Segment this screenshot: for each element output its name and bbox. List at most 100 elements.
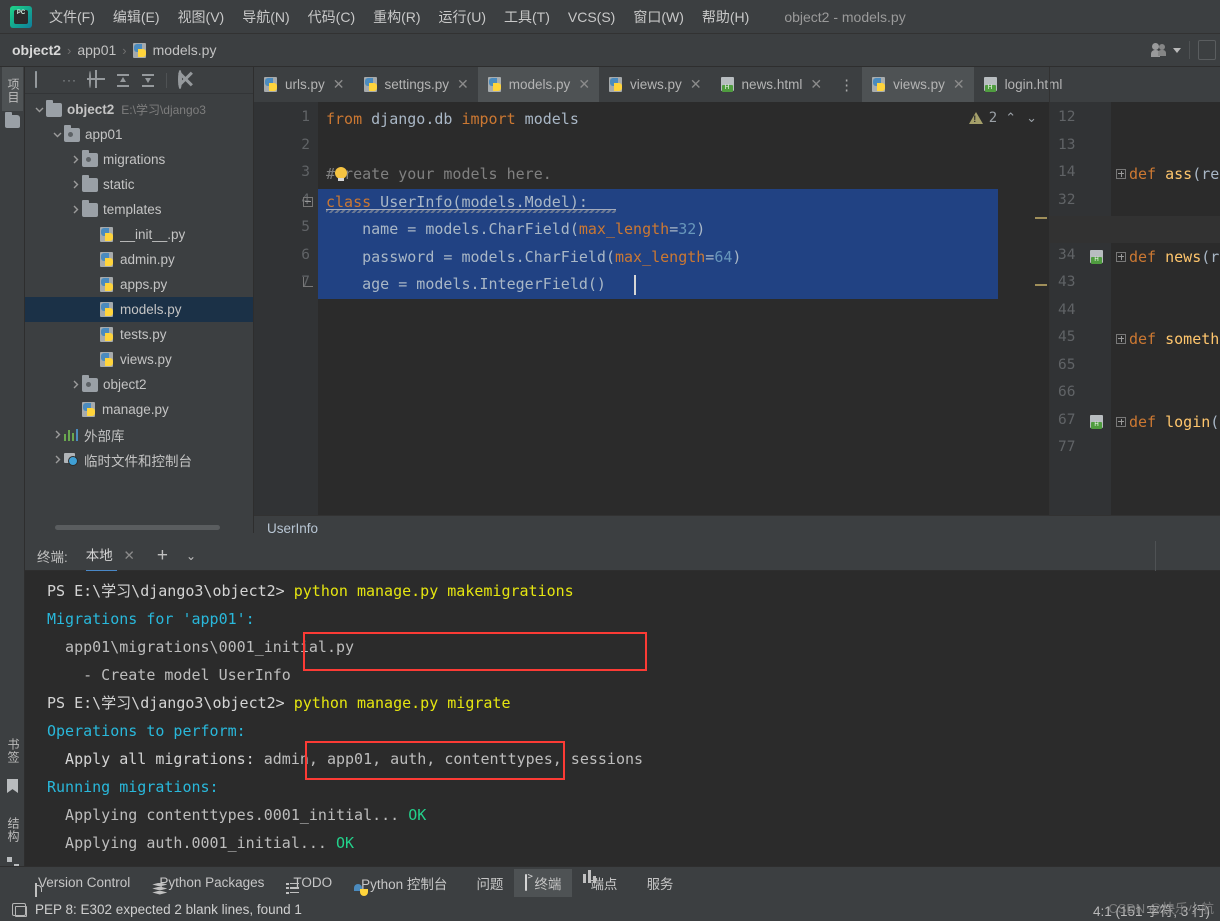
breadcrumb-class[interactable]: UserInfo [267,521,318,536]
chevron-right-icon[interactable] [51,454,64,465]
html-gutter-icon[interactable]: H [1090,249,1105,264]
editor-pane-views[interactable]: 12131432333443444565666777 def ass(reque… [1050,102,1220,533]
editor-tab-settings-py[interactable]: settings.py ✕ [354,67,478,102]
tool-window-button-问题[interactable]: 问题 [458,869,514,897]
close-icon[interactable]: ✕ [810,76,822,93]
tool-window-button-终端[interactable]: 终端 [514,868,573,897]
html-gutter-icon[interactable]: H [1090,414,1105,429]
close-icon[interactable]: ✕ [953,76,965,93]
menu-view[interactable]: 视图(V) [169,3,234,31]
previous-problem-icon[interactable]: ⌃ [1003,110,1018,126]
tool-window-button-服务[interactable]: 服务 [628,869,684,897]
tree-item-[interactable]: 外部库 [25,422,253,447]
tree-item-object2[interactable]: object2 [25,372,253,397]
terminal-output[interactable]: PS E:\学习\django3\object2> python manage.… [25,571,1220,866]
tree-item-object2[interactable]: object2 E:\学习\django3 [25,97,253,122]
chevron-down-icon[interactable] [51,129,64,140]
terminal-tool-window: 终端: 本地 ✕ + ⌄ PS E:\学习\django3\object2> p… [25,541,1220,866]
code-fold-icon[interactable] [1116,334,1127,345]
tree-item-admin.py[interactable]: admin.py [25,247,253,272]
more-tabs-icon[interactable]: ⋮ [831,67,862,102]
code-content-models[interactable]: from django.db import models #Create your… [318,102,1049,533]
menu-file[interactable]: 文件(F) [40,3,104,31]
editor-tab-news-html[interactable]: Hnews.html ✕ [711,67,832,102]
tool-window-structure[interactable]: 结构 [2,807,23,853]
chevron-right-icon[interactable] [69,379,82,390]
menu-refactor[interactable]: 重构(R) [364,3,429,31]
tree-item-views.py[interactable]: views.py [25,347,253,372]
next-problem-icon[interactable]: ⌄ [1024,110,1039,126]
tool-window-project[interactable]: 项目 [2,67,23,111]
terminal-tab-local[interactable]: 本地 ✕ [85,544,135,572]
chevron-down-icon[interactable] [33,104,46,115]
tree-item-templates[interactable]: templates [25,197,253,222]
chevron-right-icon[interactable] [69,204,82,215]
tree-item-apps.py[interactable]: apps.py [25,272,253,297]
caret-position[interactable]: 4:1 (151 字符, 3 行) CSDN @快乐小航 [1093,900,1214,920]
chevron-right-icon[interactable] [69,179,82,190]
gear-icon[interactable] [178,70,194,89]
expand-all-icon[interactable] [141,73,155,87]
tree-item-__init__.py[interactable]: __init__.py [25,222,253,247]
chevron-right-icon[interactable] [51,429,64,440]
close-icon[interactable]: ✕ [333,76,345,93]
terminal-text: Operations to perform: [47,722,246,740]
search-everywhere-button[interactable] [1198,40,1216,60]
close-icon[interactable]: ✕ [457,76,469,93]
tree-item-models.py[interactable]: models.py [25,297,253,322]
intention-bulb-icon[interactable] [335,167,347,181]
menu-window[interactable]: 窗口(W) [624,3,693,31]
tool-window-button-端点[interactable]: 端点 [572,869,628,897]
tree-item-tests.py[interactable]: tests.py [25,322,253,347]
menu-tools[interactable]: 工具(T) [495,3,559,31]
chevron-down-icon[interactable]: ⌄ [186,549,196,563]
close-icon[interactable]: ✕ [124,548,135,563]
editor-tab-urls-py[interactable]: urls.py ✕ [254,67,354,102]
tool-window-button-python-控制台[interactable]: Python 控制台 [343,869,458,897]
menu-navigate[interactable]: 导航(N) [233,3,298,31]
menu-edit[interactable]: 编辑(E) [104,3,169,31]
close-icon[interactable]: ✕ [690,76,702,93]
bookmark-icon[interactable] [7,779,18,793]
tool-window-bookmarks[interactable]: 书签 [2,728,23,774]
folder-icon[interactable] [5,112,20,128]
tool-window-button-version-control[interactable]: Version Control [20,871,141,894]
tree-item-manage.py[interactable]: manage.py [25,397,253,422]
locate-target-icon[interactable] [89,71,105,88]
code-fold-icon[interactable] [1116,251,1127,263]
tool-window-button-python-packages[interactable]: Python Packages [141,871,275,895]
inspection-widget[interactable]: 2 ⌃ ⌄ [968,110,1039,126]
tree-item-[interactable]: 临时文件和控制台 [25,447,253,472]
tree-item-app01[interactable]: app01 [25,122,253,147]
editor-tab-views-py[interactable]: views.py ✕ [862,67,974,102]
new-terminal-button[interactable]: + [157,546,168,565]
breadcrumb-project[interactable]: object2 [12,42,61,58]
select-opened-file-icon[interactable] [35,71,51,88]
collapse-all-icon[interactable] [116,73,130,87]
menu-help[interactable]: 帮助(H) [693,3,758,31]
editor-pane-models[interactable]: 1234567 from django.db import models #Cre… [254,102,1049,533]
inspection-icon[interactable] [12,903,27,917]
tree-item-static[interactable]: static [25,172,253,197]
code-fold-icon[interactable] [1116,416,1127,428]
code-fold-icon[interactable] [303,196,314,208]
tool-window-button-todo[interactable]: TODO [275,871,343,894]
menu-code[interactable]: 代码(C) [299,3,364,31]
breadcrumb-file[interactable]: models.py [153,42,217,58]
chevron-down-icon[interactable] [1173,47,1181,53]
menu-run[interactable]: 运行(U) [430,3,495,31]
hide-panel-icon[interactable] [205,72,221,88]
close-icon[interactable]: ✕ [578,76,590,93]
line-number: 34 [1058,246,1076,263]
menu-vcs[interactable]: VCS(S) [559,5,624,29]
editor-tab-views-py[interactable]: views.py ✕ [599,67,711,102]
editor-tab-login-html[interactable]: Hlogin.html [974,67,1072,102]
code-fold-icon[interactable] [1116,169,1127,180]
breadcrumb-app[interactable]: app01 [77,42,116,58]
chevron-right-icon[interactable] [69,154,82,165]
more-dots-icon[interactable]: ··· [62,72,78,88]
users-icon[interactable] [1151,42,1169,58]
tree-item-migrations[interactable]: migrations [25,147,253,172]
editor-tab-models-py[interactable]: models.py ✕ [477,67,600,102]
project-horizontal-scrollbar[interactable] [55,525,220,530]
